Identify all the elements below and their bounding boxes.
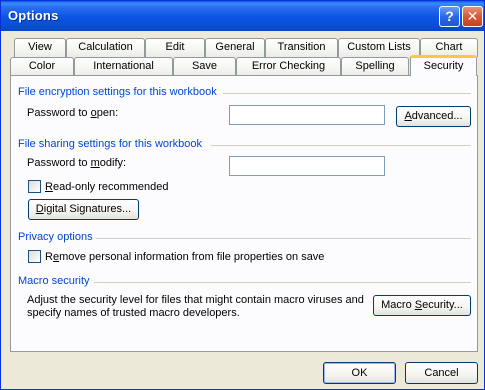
sharing-section-title: File sharing settings for this workbook <box>18 138 203 150</box>
macro-security-button[interactable]: Macro Security... <box>373 295 471 316</box>
macro-description-line1: Adjust the security level for files that… <box>27 294 364 306</box>
remove-info-checkbox[interactable] <box>28 250 41 263</box>
digital-signatures-button[interactable]: Digital Signatures... <box>28 199 139 220</box>
help-icon: ? <box>445 8 454 24</box>
security-panel: File encryption settings for this workbo… <box>10 75 478 352</box>
encryption-section-title: File encryption settings for this workbo… <box>18 86 217 98</box>
tab-transition[interactable]: Transition <box>265 38 338 57</box>
title-bar[interactable]: Options ? ✕ <box>1 1 484 31</box>
tab-general[interactable]: General <box>205 38 265 57</box>
privacy-section-title: Privacy options <box>18 231 93 243</box>
password-open-field[interactable] <box>229 105 385 125</box>
section-divider <box>211 145 471 146</box>
tab-save[interactable]: Save <box>173 57 236 76</box>
close-button[interactable]: ✕ <box>462 6 483 27</box>
help-button[interactable]: ? <box>439 6 460 27</box>
close-icon: ✕ <box>466 8 479 24</box>
tab-view[interactable]: View <box>14 38 66 57</box>
tab-edit[interactable]: Edit <box>145 38 205 57</box>
tab-international[interactable]: International <box>74 57 173 76</box>
window-title: Options <box>8 8 59 23</box>
cancel-button[interactable]: Cancel <box>405 362 478 384</box>
tab-spelling[interactable]: Spelling <box>341 57 409 76</box>
password-open-label: Password to open: <box>27 107 119 119</box>
password-modify-field[interactable] <box>229 156 385 176</box>
password-modify-label: Password to modify: <box>27 157 127 169</box>
readonly-label[interactable]: Read-only recommended <box>45 181 169 193</box>
tab-color[interactable]: Color <box>10 57 74 76</box>
tab-calculation[interactable]: Calculation <box>66 38 145 57</box>
advanced-button[interactable]: Advanced... <box>396 106 471 127</box>
options-dialog: Options ? ✕ View Calculation Edit Genera… <box>0 0 485 390</box>
macro-description-line2: specify names of trusted macro developer… <box>27 307 240 319</box>
macro-section-title: Macro security <box>18 275 90 287</box>
tab-error-checking[interactable]: Error Checking <box>236 57 341 76</box>
tab-custom-lists[interactable]: Custom Lists <box>338 38 420 57</box>
readonly-checkbox[interactable] <box>28 180 41 193</box>
remove-info-label[interactable]: Remove personal information from file pr… <box>45 251 324 263</box>
section-divider <box>94 282 471 283</box>
section-divider <box>223 93 471 94</box>
section-divider <box>96 238 471 239</box>
tab-security[interactable]: Security <box>410 55 477 76</box>
ok-button[interactable]: OK <box>323 362 396 384</box>
